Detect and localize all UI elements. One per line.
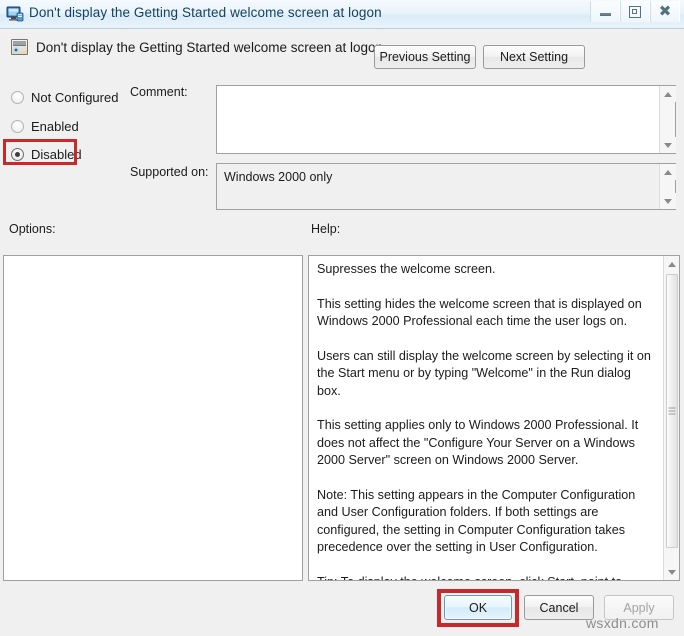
radio-disabled-indicator xyxy=(11,147,24,161)
next-setting-button[interactable]: Next Setting xyxy=(483,45,585,69)
group-policy-setting-dialog: Don't display the Getting Started welcom… xyxy=(0,0,684,636)
help-scroll-up-button[interactable] xyxy=(663,256,679,272)
supported-on-scrollbar[interactable] xyxy=(659,164,676,209)
supported-on-label: Supported on: xyxy=(130,165,209,179)
help-paragraph: Supresses the welcome screen. xyxy=(317,262,496,276)
close-icon: ✖ xyxy=(658,2,672,20)
radio-not-configured-label: Not Configured xyxy=(31,89,119,105)
help-paragraph: Tip: To display the welcome screen, clic… xyxy=(317,574,657,581)
close-button[interactable]: ✖ xyxy=(650,1,680,22)
maximize-button[interactable] xyxy=(620,1,650,22)
radio-not-configured-indicator xyxy=(11,90,24,104)
policy-setting-icon xyxy=(11,39,28,55)
help-paragraph: This setting applies only to Windows 200… xyxy=(317,418,639,467)
help-text: Supresses the welcome screen. This setti… xyxy=(317,261,657,581)
window-controls: ✖ xyxy=(590,1,680,23)
comment-scroll-up-button[interactable] xyxy=(659,86,676,102)
chevron-down-icon xyxy=(663,142,672,148)
chevron-down-icon xyxy=(667,569,676,575)
chevron-up-icon xyxy=(663,169,672,175)
comment-scroll-down-button[interactable] xyxy=(659,137,676,153)
comment-input[interactable] xyxy=(216,85,676,154)
setting-title: Don't display the Getting Started welcom… xyxy=(36,40,384,55)
cancel-button[interactable]: Cancel xyxy=(524,595,594,620)
watermark: wsxdn.com xyxy=(586,615,659,631)
scrollbar-grip-icon xyxy=(668,407,676,415)
help-scrollbar-thumb[interactable] xyxy=(666,274,678,548)
chevron-up-icon xyxy=(663,91,672,97)
supported-on-scroll-up-button[interactable] xyxy=(659,164,676,180)
radio-enabled-indicator xyxy=(11,119,24,133)
previous-setting-button[interactable]: Previous Setting xyxy=(374,45,476,69)
chevron-down-icon xyxy=(663,198,672,204)
comment-label: Comment: xyxy=(130,85,188,99)
options-section-label: Options: xyxy=(9,222,56,236)
radio-disabled[interactable]: Disabled xyxy=(11,145,82,163)
title-bar: Don't display the Getting Started welcom… xyxy=(0,0,684,29)
supported-on-scroll-down-button[interactable] xyxy=(659,193,676,209)
window-title: Don't display the Getting Started welcom… xyxy=(29,5,382,20)
help-paragraph: This setting hides the welcome screen th… xyxy=(317,296,642,329)
radio-enabled[interactable]: Enabled xyxy=(11,117,79,135)
maximize-icon xyxy=(629,5,641,18)
comment-scrollbar[interactable] xyxy=(659,86,676,153)
supported-on-value: Windows 2000 only xyxy=(224,170,333,184)
radio-disabled-label: Disabled xyxy=(31,146,82,162)
help-panel: Supresses the welcome screen. This setti… xyxy=(308,255,680,581)
help-paragraph: Users can still display the welcome scre… xyxy=(317,348,651,398)
help-scrollbar[interactable] xyxy=(663,256,679,580)
computer-policy-icon xyxy=(6,6,24,22)
radio-enabled-label: Enabled xyxy=(31,118,79,134)
minimize-icon xyxy=(599,12,611,16)
options-panel[interactable] xyxy=(3,255,303,581)
ok-button[interactable]: OK xyxy=(444,595,512,620)
help-scroll-down-button[interactable] xyxy=(663,564,679,580)
minimize-button[interactable] xyxy=(590,1,620,22)
supported-on-field: Windows 2000 only xyxy=(216,163,676,210)
help-section-label: Help: xyxy=(311,222,341,236)
radio-not-configured[interactable]: Not Configured xyxy=(11,88,118,106)
help-paragraph: Note: This setting appears in the Comput… xyxy=(317,487,636,555)
chevron-up-icon xyxy=(667,261,676,267)
